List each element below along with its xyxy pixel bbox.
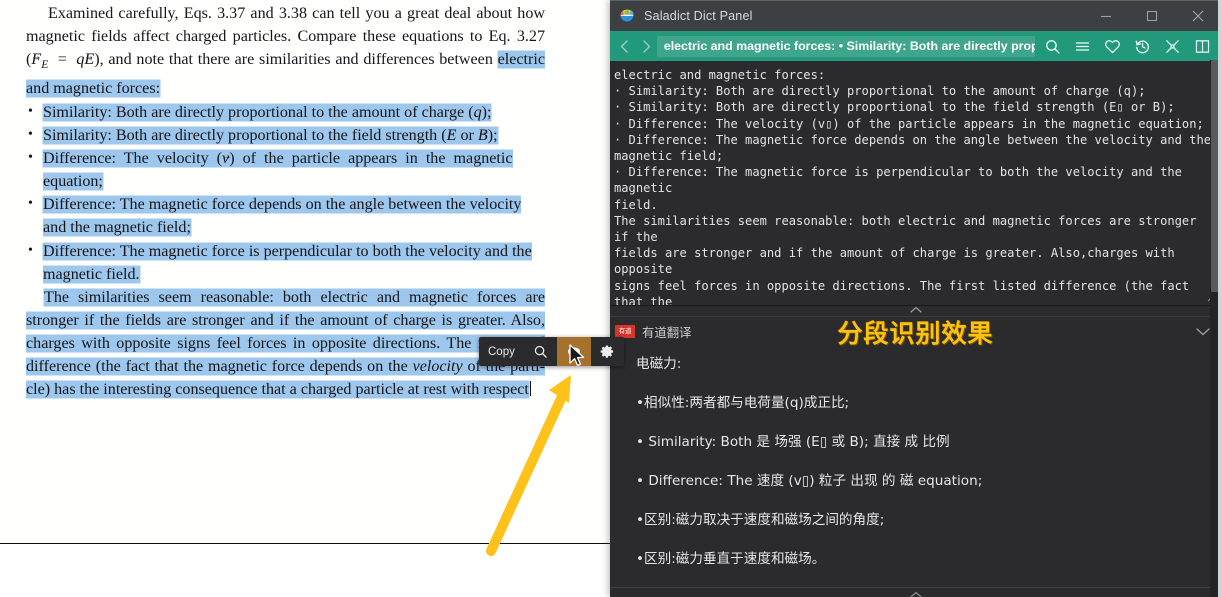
history-button[interactable] bbox=[1127, 31, 1157, 61]
search-icon bbox=[1045, 39, 1060, 54]
list-item: Similarity: Both are directly proportion… bbox=[26, 100, 545, 124]
history-forward-button[interactable] bbox=[635, 31, 656, 61]
translation-line: •区别:磁力垂直于速度和磁场。 bbox=[636, 551, 826, 567]
highlight-text-tail: electric and magnetic forces: bbox=[26, 51, 545, 97]
search-icon bbox=[534, 345, 547, 358]
saladict-logo-icon bbox=[620, 9, 634, 22]
gear-icon bbox=[600, 345, 613, 358]
copy-button[interactable]: Copy bbox=[479, 337, 524, 366]
search-submit-button[interactable] bbox=[1037, 31, 1067, 61]
next-page-top bbox=[0, 544, 610, 597]
chevron-up-icon bbox=[909, 591, 922, 597]
saladict-button[interactable] bbox=[556, 337, 591, 366]
minimize-icon bbox=[1101, 15, 1111, 18]
search-input[interactable]: electric and magnetic forces: • Similari… bbox=[656, 35, 1035, 57]
pin-scissors-icon bbox=[1165, 39, 1179, 53]
translation-line: • Difference: The 速度 (v▯) 粒子 出现 的 磁 equa… bbox=[636, 473, 983, 489]
close-icon bbox=[1192, 10, 1204, 22]
window-minimize-button[interactable] bbox=[1083, 1, 1129, 31]
hamburger-menu-icon bbox=[1075, 41, 1089, 51]
document-paragraph-1: Examined carefully, Eqs. 3.37 and 3.38 c… bbox=[26, 5, 545, 97]
chevron-down-icon bbox=[1196, 328, 1210, 336]
translation-line: •区别:磁力取决于速度和磁场之间的角度; bbox=[636, 512, 885, 528]
settings-button[interactable] bbox=[591, 337, 624, 366]
screenshot-root: Examined carefully, Eqs. 3.37 and 3.38 c… bbox=[0, 0, 1221, 597]
dictionary-name: 有道翻译 bbox=[642, 324, 692, 340]
window-titlebar[interactable]: Saladict Dict Panel bbox=[610, 0, 1221, 31]
search-input-value: electric and magnetic forces: • Similari… bbox=[663, 39, 1035, 53]
dictionary-header[interactable]: 有道 有道翻译 分段识别效果 bbox=[610, 316, 1221, 348]
maximize-icon bbox=[1146, 10, 1158, 22]
favorites-button[interactable] bbox=[1097, 31, 1127, 61]
window-close-button[interactable] bbox=[1175, 1, 1221, 31]
chevron-right-icon bbox=[642, 39, 650, 53]
heart-icon bbox=[1104, 39, 1120, 53]
window-title: Saladict Dict Panel bbox=[644, 9, 753, 23]
document-bullet-list: Similarity: Both are directly proportion… bbox=[26, 100, 545, 286]
selection-toolbar[interactable]: Copy bbox=[479, 337, 624, 366]
layout-toggle-button[interactable] bbox=[1187, 31, 1217, 61]
document-paragraph-2: The similarities seem reasonable: both e… bbox=[26, 289, 545, 399]
menu-button[interactable] bbox=[1067, 31, 1097, 61]
copy-button-label: Copy bbox=[488, 345, 515, 358]
list-item: Difference: The velocity (v→) of the par… bbox=[26, 146, 545, 193]
sidebar-layout-icon bbox=[1195, 39, 1209, 53]
pin-button[interactable] bbox=[1157, 31, 1187, 61]
translation-line: • Similarity: Both 是 场强 (E▯ 或 B); 直接 成 比… bbox=[636, 434, 950, 450]
panel-collapse-strip[interactable] bbox=[610, 306, 1221, 316]
chevron-up-icon bbox=[909, 306, 922, 313]
list-item: Difference: The magnetic force depends o… bbox=[26, 192, 545, 239]
dictionary-collapse-button[interactable] bbox=[1195, 317, 1211, 346]
chevron-left-icon bbox=[621, 39, 628, 53]
dict-search-toolbar[interactable]: electric and magnetic forces: • Similari… bbox=[610, 31, 1221, 61]
list-item: Similarity: Both are directly proportion… bbox=[26, 123, 545, 147]
panel-bottom-collapse[interactable] bbox=[610, 587, 1221, 597]
translation-line: •相似性:两者都与电荷量(q)成正比; bbox=[636, 395, 850, 411]
source-text-box[interactable]: electric and magnetic forces: · Similari… bbox=[610, 62, 1221, 306]
saladict-dict-panel-window[interactable]: Saladict Dict Panel electric and magneti… bbox=[610, 0, 1221, 597]
search-button[interactable] bbox=[524, 337, 557, 366]
annotation-caption: 分段识别效果 bbox=[837, 318, 994, 348]
document-page: Examined carefully, Eqs. 3.37 and 3.38 c… bbox=[0, 0, 610, 543]
translation-body: 电磁力: •相似性:两者都与电荷量(q)成正比; • Similarity: B… bbox=[610, 346, 1221, 597]
document-viewer[interactable]: Examined carefully, Eqs. 3.37 and 3.38 c… bbox=[0, 0, 610, 597]
list-item: Difference: The magnetic force is perpen… bbox=[26, 239, 545, 286]
saladict-icon bbox=[567, 346, 580, 357]
translation-line: 电磁力: bbox=[636, 356, 682, 372]
history-icon bbox=[1135, 40, 1149, 53]
source-text-content: electric and magnetic forces: · Similari… bbox=[614, 68, 1212, 306]
history-back-button[interactable] bbox=[614, 31, 635, 61]
window-maximize-button[interactable] bbox=[1129, 1, 1175, 31]
